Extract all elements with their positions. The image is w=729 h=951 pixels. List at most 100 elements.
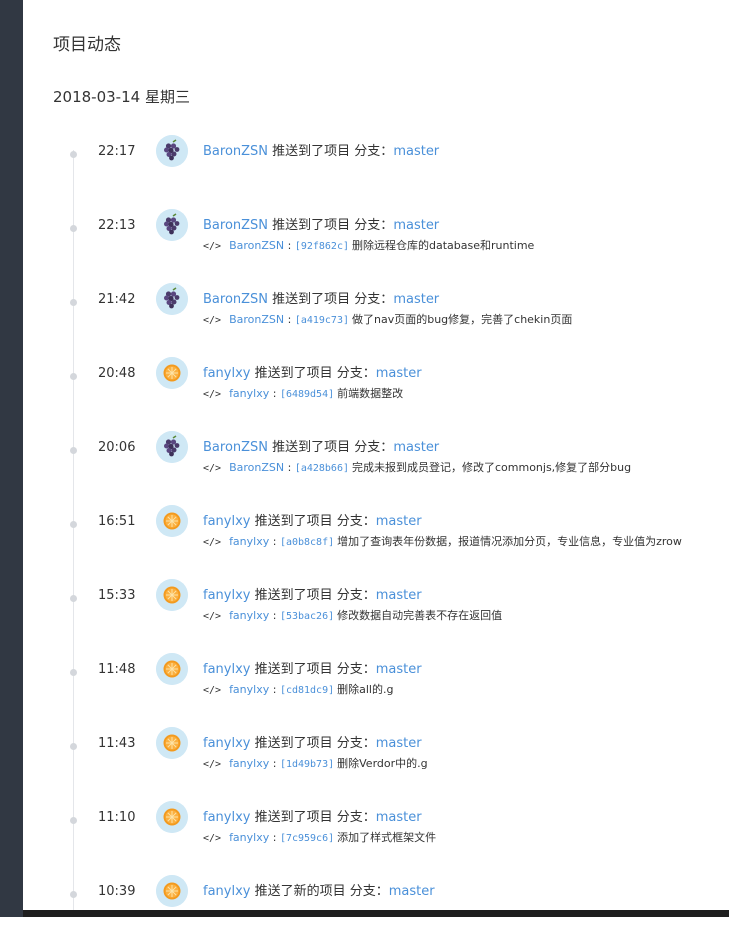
entry-summary: fanylxy 推送到了项目 分支：master (203, 806, 422, 825)
action-text: 推送到了项目 分支： (254, 588, 376, 603)
commit-separator: : (284, 239, 295, 252)
user-link[interactable]: fanylxy (203, 810, 250, 825)
commit-hash-link[interactable]: [53bac26] (280, 611, 334, 622)
entry-summary: BaronZSN 推送到了项目 分支：master (203, 288, 439, 307)
commit-user-link[interactable]: fanylxy (229, 609, 269, 622)
grape-icon (156, 431, 188, 463)
avatar-orange[interactable] (156, 505, 188, 537)
entry-time: 20:06 (98, 440, 136, 455)
commit-hash-link[interactable]: [cd81dc9] (280, 685, 334, 696)
entry-time: 11:10 (98, 810, 136, 825)
timeline-dot (70, 225, 77, 232)
user-link[interactable]: fanylxy (203, 662, 250, 677)
user-link[interactable]: BaronZSN (203, 144, 268, 159)
avatar-grape[interactable] (156, 431, 188, 463)
code-icon: </> (203, 685, 222, 696)
commit-message: 删除all的.g (337, 683, 394, 696)
commit-message: 完成未报到成员登记，修改了commonjs,修复了部分bug (351, 461, 632, 474)
commit-line: </> BaronZSN : [a428b66] 完成未报到成员登记，修改了comm… (203, 459, 631, 475)
commit-hash-link[interactable]: [6489d54] (280, 389, 334, 400)
timeline-entry-0: 22:17 BaronZSN 推送到了项目 分支：master (0, 135, 729, 211)
commit-message: 添加了样式框架文件 (337, 831, 437, 844)
commit-hash-link[interactable]: [a419c73] (295, 315, 349, 326)
commit-line: </> fanylxy : [53bac26] 修改数据自动完善表不存在返回值 (203, 607, 502, 623)
timeline-entry-8: 11:43 fanylxy 推送到了项目 分支：master </> fanylx… (0, 727, 729, 803)
user-link[interactable]: BaronZSN (203, 292, 268, 307)
user-link[interactable]: fanylxy (203, 736, 250, 751)
user-link[interactable]: fanylxy (203, 884, 250, 899)
timeline-entry-7: 11:48 fanylxy 推送到了项目 分支：master </> fanylx… (0, 653, 729, 729)
branch-link[interactable]: master (393, 440, 439, 455)
action-text: 推送到了项目 分支： (272, 292, 394, 307)
commit-message: 删除Verdor中的.g (337, 757, 428, 770)
entry-time: 11:48 (98, 662, 136, 677)
timeline-dot (70, 891, 77, 898)
commit-message: 修改数据自动完善表不存在返回值 (337, 609, 503, 622)
timeline-entry-1: 22:13 BaronZSN 推送到了项目 分支：master </> Baron… (0, 209, 729, 285)
branch-link[interactable]: master (376, 514, 422, 529)
code-icon: </> (203, 389, 222, 400)
user-link[interactable]: BaronZSN (203, 440, 268, 455)
entry-summary: BaronZSN 推送到了项目 分支：master (203, 436, 439, 455)
user-link[interactable]: BaronZSN (203, 218, 268, 233)
timeline-dot (70, 817, 77, 824)
entry-time: 15:33 (98, 588, 136, 603)
commit-line: </> fanylxy : [6489d54] 前端数据整改 (203, 385, 403, 401)
commit-user-link[interactable]: fanylxy (229, 757, 269, 770)
commit-hash-link[interactable]: [92f862c] (295, 241, 349, 252)
entry-summary: BaronZSN 推送到了项目 分支：master (203, 140, 439, 159)
avatar-grape[interactable] (156, 283, 188, 315)
avatar-orange[interactable] (156, 875, 188, 907)
branch-link[interactable]: master (393, 144, 439, 159)
commit-user-link[interactable]: BaronZSN (229, 239, 284, 252)
entry-summary: fanylxy 推送到了项目 分支：master (203, 362, 422, 381)
entry-summary: fanylxy 推送到了项目 分支：master (203, 658, 422, 677)
branch-link[interactable]: master (376, 736, 422, 751)
commit-hash-link[interactable]: [1d49b73] (280, 759, 334, 770)
commit-message: 前端数据整改 (337, 387, 404, 400)
timeline-dot (70, 299, 77, 306)
branch-link[interactable]: master (389, 884, 435, 899)
user-link[interactable]: fanylxy (203, 514, 250, 529)
avatar-orange[interactable] (156, 727, 188, 759)
avatar-orange[interactable] (156, 653, 188, 685)
orange-icon (156, 653, 188, 685)
commit-user-link[interactable]: fanylxy (229, 387, 269, 400)
orange-icon (156, 357, 188, 389)
branch-link[interactable]: master (376, 810, 422, 825)
timeline-entry-9: 11:10 fanylxy 推送到了项目 分支：master </> fanylx… (0, 801, 729, 877)
commit-user-link[interactable]: BaronZSN (229, 461, 284, 474)
avatar-grape[interactable] (156, 209, 188, 241)
branch-link[interactable]: master (393, 218, 439, 233)
commit-user-link[interactable]: fanylxy (229, 683, 269, 696)
avatar-orange[interactable] (156, 579, 188, 611)
commit-user-link[interactable]: BaronZSN (229, 313, 284, 326)
avatar-grape[interactable] (156, 135, 188, 167)
branch-link[interactable]: master (393, 292, 439, 307)
commit-separator: : (269, 535, 280, 548)
user-link[interactable]: fanylxy (203, 588, 250, 603)
orange-icon (156, 505, 188, 537)
timeline-dot (70, 595, 77, 602)
code-icon: </> (203, 759, 222, 770)
timeline-dot (70, 373, 77, 380)
timeline-dot (70, 151, 77, 158)
action-text: 推送到了项目 分支： (272, 144, 394, 159)
avatar-orange[interactable] (156, 357, 188, 389)
action-text: 推送到了项目 分支： (254, 810, 376, 825)
entry-summary: fanylxy 推送到了项目 分支：master (203, 732, 422, 751)
commit-user-link[interactable]: fanylxy (229, 831, 269, 844)
branch-link[interactable]: master (376, 588, 422, 603)
commit-hash-link[interactable]: [7c959c6] (280, 833, 334, 844)
commit-hash-link[interactable]: [a428b66] (295, 463, 349, 474)
branch-link[interactable]: master (376, 366, 422, 381)
user-link[interactable]: fanylxy (203, 366, 250, 381)
commit-separator: : (269, 387, 280, 400)
entry-time: 21:42 (98, 292, 136, 307)
commit-user-link[interactable]: fanylxy (229, 535, 269, 548)
branch-link[interactable]: master (376, 662, 422, 677)
commit-hash-link[interactable]: [a0b8c8f] (280, 537, 334, 548)
avatar-orange[interactable] (156, 801, 188, 833)
timeline-dot (70, 521, 77, 528)
action-text: 推送了新的项目 分支： (254, 884, 389, 899)
